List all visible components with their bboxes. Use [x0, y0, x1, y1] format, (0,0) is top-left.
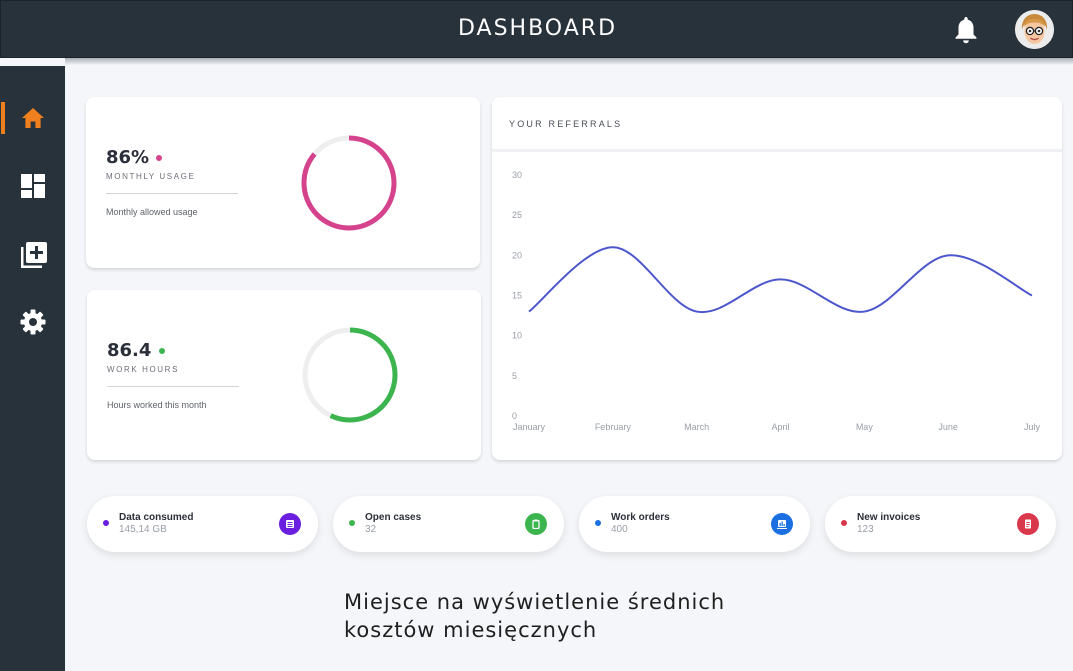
monthly-usage-card: 86% MONTHLY USAGE Monthly allowed usage	[86, 97, 480, 268]
divider	[107, 386, 239, 387]
clipboard-icon[interactable]	[525, 513, 547, 535]
sidebar-item-home[interactable]	[0, 100, 65, 136]
divider	[106, 193, 238, 194]
stat-label: Work orders	[611, 512, 670, 523]
page-title: DASHBOARD	[457, 16, 618, 41]
y-tick-label: 10	[512, 331, 522, 341]
y-tick-label: 0	[512, 411, 517, 421]
sidebar-item-settings[interactable]	[0, 304, 65, 340]
referrals-series-line	[528, 246, 1033, 314]
status-dot	[159, 348, 165, 354]
y-tick-label: 20	[512, 250, 522, 260]
stat-value: 145,14 GB	[119, 524, 167, 535]
home-icon	[22, 108, 44, 128]
x-tick-label: July	[1024, 422, 1041, 432]
sidebar-item-dashboard[interactable]	[0, 168, 65, 204]
status-dot	[595, 520, 601, 526]
metric-description: Monthly allowed usage	[106, 207, 198, 217]
usage-progress-ring	[301, 135, 397, 231]
y-tick-label: 30	[512, 170, 522, 180]
stat-value: 32	[365, 524, 377, 535]
x-tick-label: January	[513, 422, 546, 432]
metric-value: 86%	[106, 147, 150, 168]
metric-value: 86.4	[107, 340, 152, 361]
x-tick-label: May	[856, 422, 874, 432]
stat-value: 123	[857, 524, 874, 535]
referrals-card: YOUR REFERRALS 0 5 10 15 20 25 30 January Februa…	[492, 97, 1062, 460]
status-dot	[841, 520, 847, 526]
status-dot	[156, 155, 162, 161]
x-tick-label: March	[684, 422, 709, 432]
card-title: YOUR REFERRALS	[509, 119, 623, 129]
list-icon[interactable]	[279, 513, 301, 535]
stat-label: Data consumed	[119, 512, 194, 523]
stat-open-cases[interactable]: Open cases 32	[333, 496, 564, 552]
add-note-icon	[21, 242, 47, 268]
work-hours-card: 86.4 WORK HOURS Hours worked this month	[87, 290, 481, 460]
x-tick-label: June	[938, 422, 958, 432]
note-line-1: Miejsce na wyświetlenie średnich	[344, 590, 726, 614]
user-avatar[interactable]	[1015, 10, 1054, 49]
stat-value: 400	[611, 524, 628, 535]
stat-data-consumed[interactable]: Data consumed 145,14 GB	[87, 496, 318, 552]
stat-new-invoices[interactable]: New invoices 123	[825, 496, 1056, 552]
metric-label: MONTHLY USAGE	[106, 172, 196, 181]
average-costs-placeholder: Miejsce na wyświetlenie średnich kosztów…	[344, 588, 864, 644]
status-dot	[349, 520, 355, 526]
y-tick-label: 5	[512, 371, 517, 381]
dashboard-icon	[21, 174, 45, 198]
notification-bell-icon[interactable]	[953, 15, 979, 45]
stat-label: Open cases	[365, 512, 422, 523]
header-shadow	[65, 58, 1073, 65]
x-tick-label: February	[595, 422, 632, 432]
status-dot	[103, 520, 109, 526]
referrals-line-chart: 0 5 10 15 20 25 30 January February March April May…	[512, 170, 1041, 432]
stat-work-orders[interactable]: Work orders 400	[579, 496, 810, 552]
hours-progress-ring	[302, 327, 398, 423]
sidebar-item-add[interactable]	[0, 236, 65, 272]
chart-icon[interactable]	[771, 513, 793, 535]
x-tick-label: April	[771, 422, 789, 432]
metric-description: Hours worked this month	[107, 400, 207, 410]
settings-icon	[20, 309, 46, 335]
metric-label: WORK HOURS	[107, 365, 179, 374]
top-bar: DASHBOARD	[0, 0, 1073, 58]
stat-label: New invoices	[857, 512, 921, 523]
sidebar	[0, 66, 65, 671]
y-tick-label: 25	[512, 210, 522, 220]
invoice-icon[interactable]	[1017, 513, 1039, 535]
y-tick-label: 15	[512, 291, 522, 301]
divider	[492, 149, 1062, 152]
note-line-2: kosztów miesięcznych	[344, 618, 598, 642]
